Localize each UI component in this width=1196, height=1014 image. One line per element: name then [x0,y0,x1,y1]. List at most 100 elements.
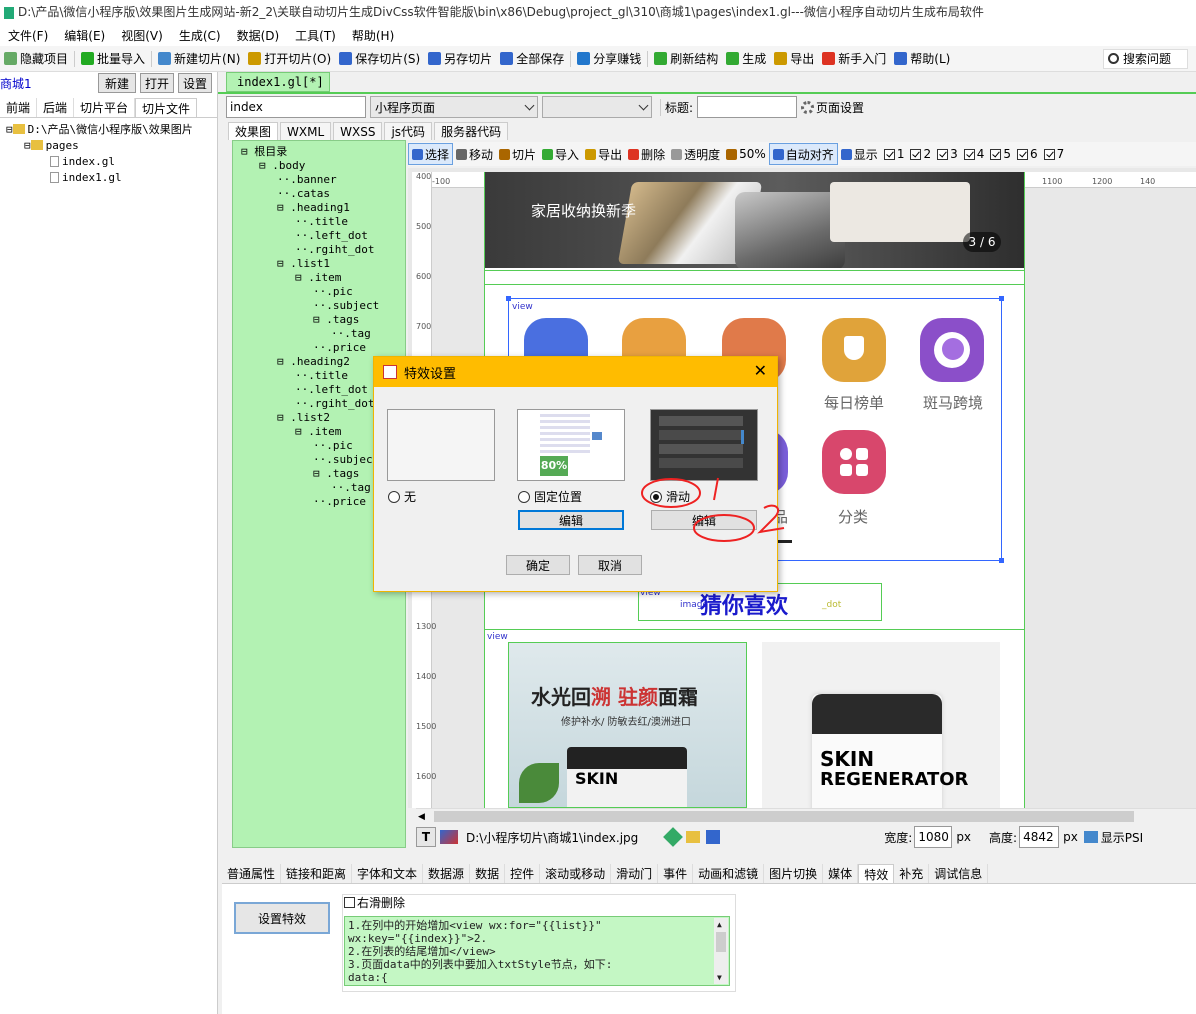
horizontal-scrollbar[interactable]: ◀ [416,808,1196,824]
canvas-tool-button[interactable]: 选择 [408,143,454,165]
property-tab[interactable]: 特效 [858,864,895,883]
canvas-tool-button[interactable]: 自动对齐 [768,143,838,165]
category-icon-rank[interactable] [822,318,886,382]
code-tab[interactable]: WXSS [333,122,383,140]
canvas-tool-button[interactable]: 移动 [453,143,496,165]
tool-icon[interactable] [663,827,684,847]
radio-none[interactable]: 无 [388,488,416,505]
edit-slide-button[interactable]: 编辑 [651,510,757,530]
property-tab[interactable]: 滑动门 [611,864,659,883]
toolbar-button[interactable]: 新建切片(N) [154,48,244,70]
property-tab[interactable]: 动画和滤镜 [693,864,765,883]
element-tree-node[interactable]: ··.catas [241,187,405,201]
radio-button[interactable] [518,490,530,503]
property-tab[interactable]: 滚动或移动 [540,864,612,883]
width-input[interactable]: 1080 [914,826,953,848]
tree-root[interactable]: ⊟ D:\产品\微信小程序版\效果图片 [6,122,193,138]
toolbar-button[interactable]: 全部保存 [496,48,568,70]
menu-item[interactable]: 文件(F) [0,27,56,44]
toolbar-button[interactable]: 导出 [770,48,818,70]
layer-checkbox[interactable]: 5 [987,143,1014,165]
canvas-tool-button[interactable]: 删除 [625,143,668,165]
image-icon[interactable] [440,830,458,844]
effect-code-box[interactable]: ▲ ▼ 1.在列中的开始增加<view wx:for="{{list}}" wx:ke… [344,916,730,986]
document-tab[interactable]: index1.gl[*] [226,72,330,92]
element-tree-node[interactable]: ⊟ .heading1 [241,201,405,215]
property-tab[interactable]: 图片切换 [764,864,824,883]
checkbox[interactable] [910,148,922,160]
folder-icon[interactable] [686,831,701,843]
property-tab[interactable]: 补充 [894,864,930,883]
layer-checkbox[interactable]: 3 [934,143,961,165]
height-input[interactable]: 4842 [1019,826,1060,848]
menu-item[interactable]: 编辑(E) [56,27,113,44]
property-tab[interactable]: 事件 [658,864,694,883]
ok-button[interactable]: 确定 [506,555,570,575]
category-icon-crossborder[interactable] [920,318,984,382]
toolbar-button[interactable]: 分享赚钱 [573,48,645,70]
category-icon-grid[interactable] [822,430,886,494]
radio-button[interactable] [388,490,400,503]
tree-folder-pages[interactable]: ⊟ pages [6,138,193,154]
canvas-tool-button[interactable]: 切片 [496,143,539,165]
element-tree-node[interactable]: ⊟ .body [241,159,405,173]
element-tree-node[interactable]: ⊟ .tags [241,313,405,327]
element-tree-node[interactable]: ··.title [241,215,405,229]
swipe-delete-checkbox[interactable]: 右滑删除 [344,894,405,911]
left-tab[interactable]: 前端 [0,98,38,117]
property-tab[interactable]: 普通属性 [222,864,282,883]
checkbox[interactable] [883,148,895,160]
layer-checkbox[interactable]: 7 [1041,143,1068,165]
code-tab[interactable]: 效果图 [228,122,279,140]
layer-checkbox[interactable]: 6 [1014,143,1041,165]
left-tab[interactable]: 切片平台 [74,98,136,117]
element-tree-node[interactable]: ⊟ 根目录 [241,145,405,159]
code-tab[interactable]: 服务器代码 [434,122,509,140]
page-settings-button[interactable]: 页面设置 [801,99,864,116]
secondary-select[interactable] [542,96,652,118]
open-button[interactable]: 打开 [140,73,174,93]
preview-none[interactable] [387,409,495,481]
text-tool-button[interactable]: T [416,827,436,847]
checkbox[interactable] [937,148,949,160]
toolbar-button[interactable]: 隐藏项目 [0,48,72,70]
show-psd-label[interactable]: 显示PSI [1101,829,1143,846]
left-tab[interactable]: 切片文件 [135,98,198,117]
element-tree-node[interactable]: ··.price [241,341,405,355]
canvas-tool-button[interactable]: 导出 [582,143,625,165]
canvas-tool-button[interactable]: 显示 [838,143,881,165]
product-card-2[interactable]: SKIN REGENERATOR [762,642,1000,808]
element-tree-node[interactable]: ··.tag [241,327,405,341]
checkbox[interactable] [963,148,975,160]
canvas-tool-button[interactable]: 透明度 [668,143,723,165]
menu-item[interactable]: 帮助(H) [344,27,402,44]
canvas-tool-button[interactable]: 50% [723,143,769,165]
layer-checkbox[interactable]: 2 [907,143,934,165]
search-box[interactable]: 搜索问题 [1102,48,1188,69]
settings-button[interactable]: 设置 [178,73,212,93]
title-input[interactable] [697,96,798,118]
toolbar-button[interactable]: 保存切片(S) [335,48,424,70]
property-tab[interactable]: 控件 [505,864,541,883]
scroll-thumb[interactable] [434,811,1134,822]
checkbox[interactable] [990,148,1002,160]
property-tab[interactable]: 数据 [470,864,506,883]
menu-item[interactable]: 工具(T) [287,27,344,44]
element-tree-node[interactable]: ··.subject [241,299,405,313]
element-tree-node[interactable]: ⊟ .list1 [241,257,405,271]
save-icon[interactable] [706,830,721,844]
vertical-scrollbar[interactable]: ▲ ▼ [714,918,728,984]
cancel-button[interactable]: 取消 [578,555,642,575]
code-tab[interactable]: WXML [280,122,332,140]
layer-checkbox[interactable]: 4 [961,143,988,165]
checkbox[interactable] [1017,148,1029,160]
property-tab[interactable]: 调试信息 [929,864,989,883]
page-type-select[interactable]: 小程序页面 [370,96,538,118]
toolbar-button[interactable]: 生成 [722,48,770,70]
element-tree-node[interactable]: ··.rgiht_dot [241,243,405,257]
toolbar-button[interactable]: 批量导入 [77,48,149,70]
property-tab[interactable]: 链接和距离 [281,864,353,883]
menu-item[interactable]: 生成(C) [171,27,229,44]
toolbar-button[interactable]: 打开切片(O) [244,48,335,70]
tree-file[interactable]: index1.gl [6,170,193,186]
